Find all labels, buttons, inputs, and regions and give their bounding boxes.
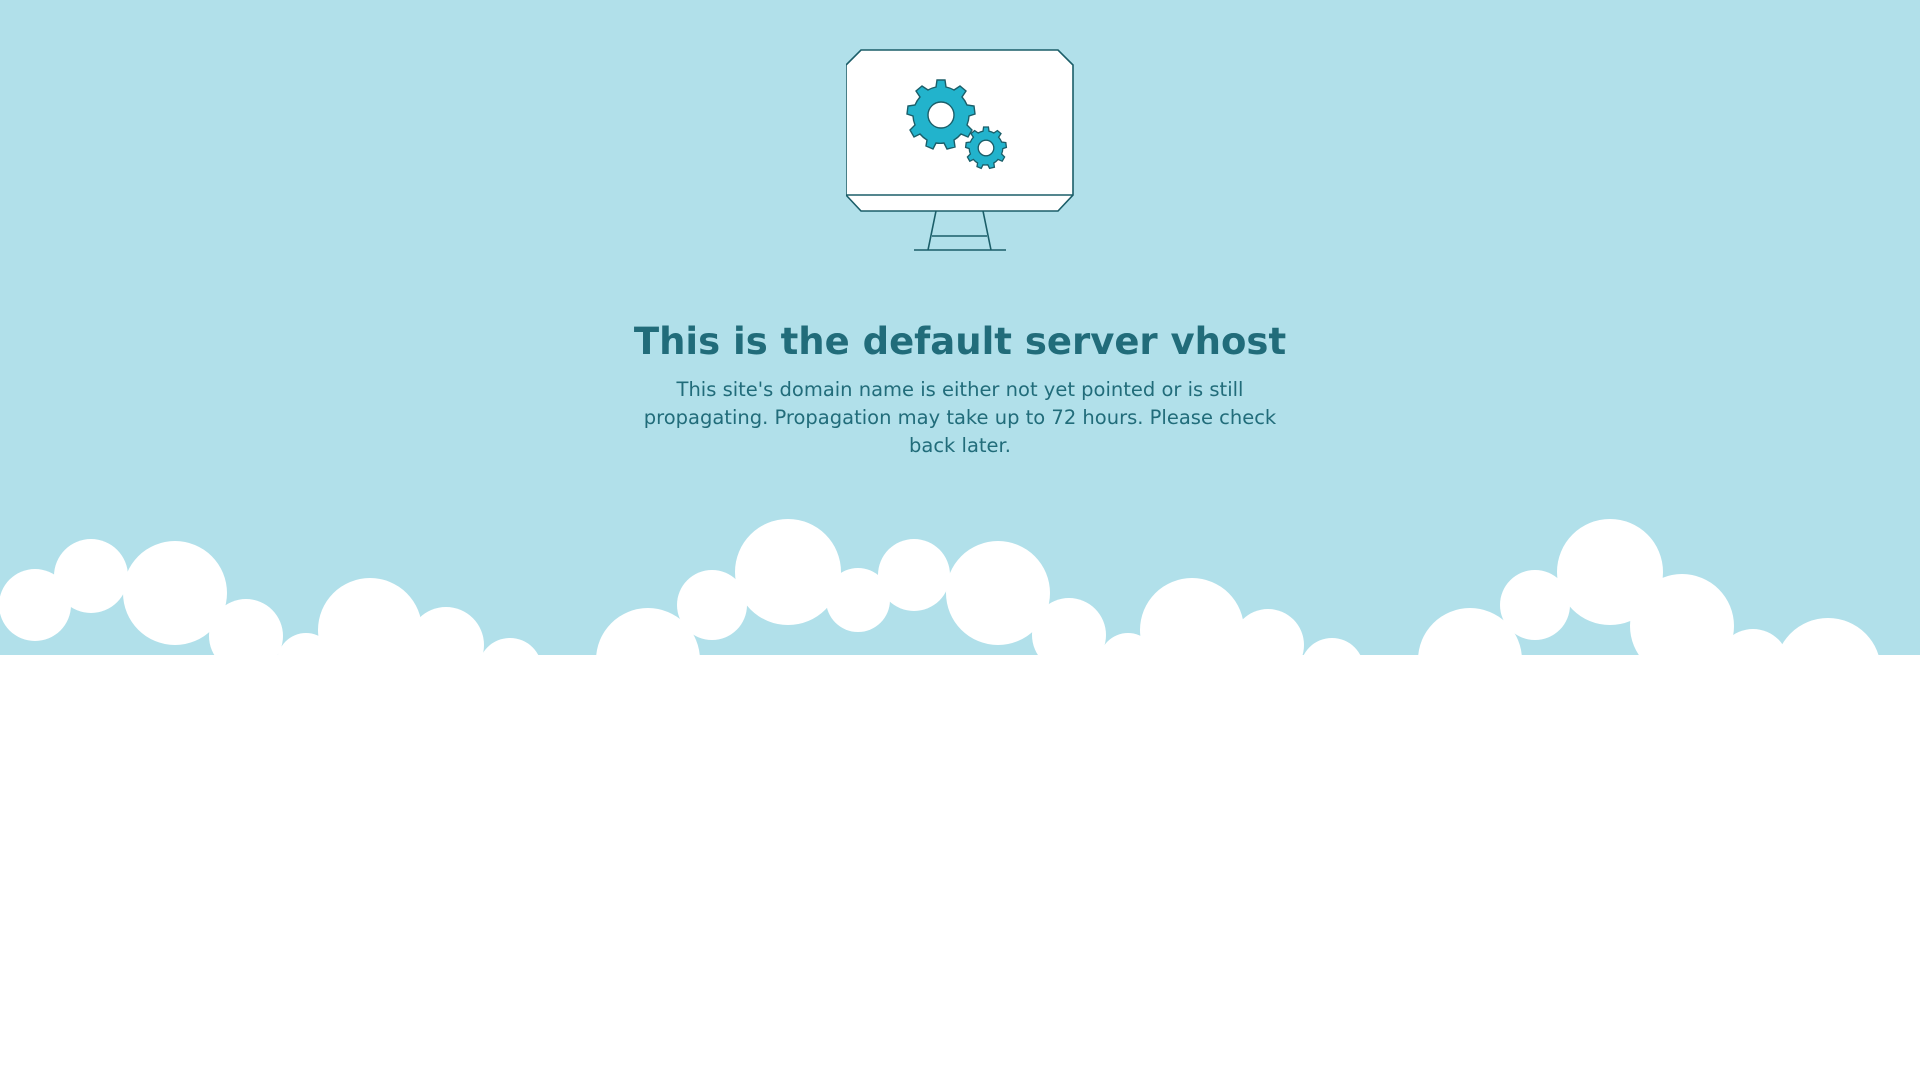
monitor-illustration xyxy=(845,48,1074,254)
page-title: This is the default server vhost xyxy=(633,320,1287,363)
monitor-icon xyxy=(845,49,1074,251)
page-message: This site's domain name is either not ye… xyxy=(643,378,1277,457)
default-vhost-page: This is the default server vhost This si… xyxy=(0,0,1920,1080)
